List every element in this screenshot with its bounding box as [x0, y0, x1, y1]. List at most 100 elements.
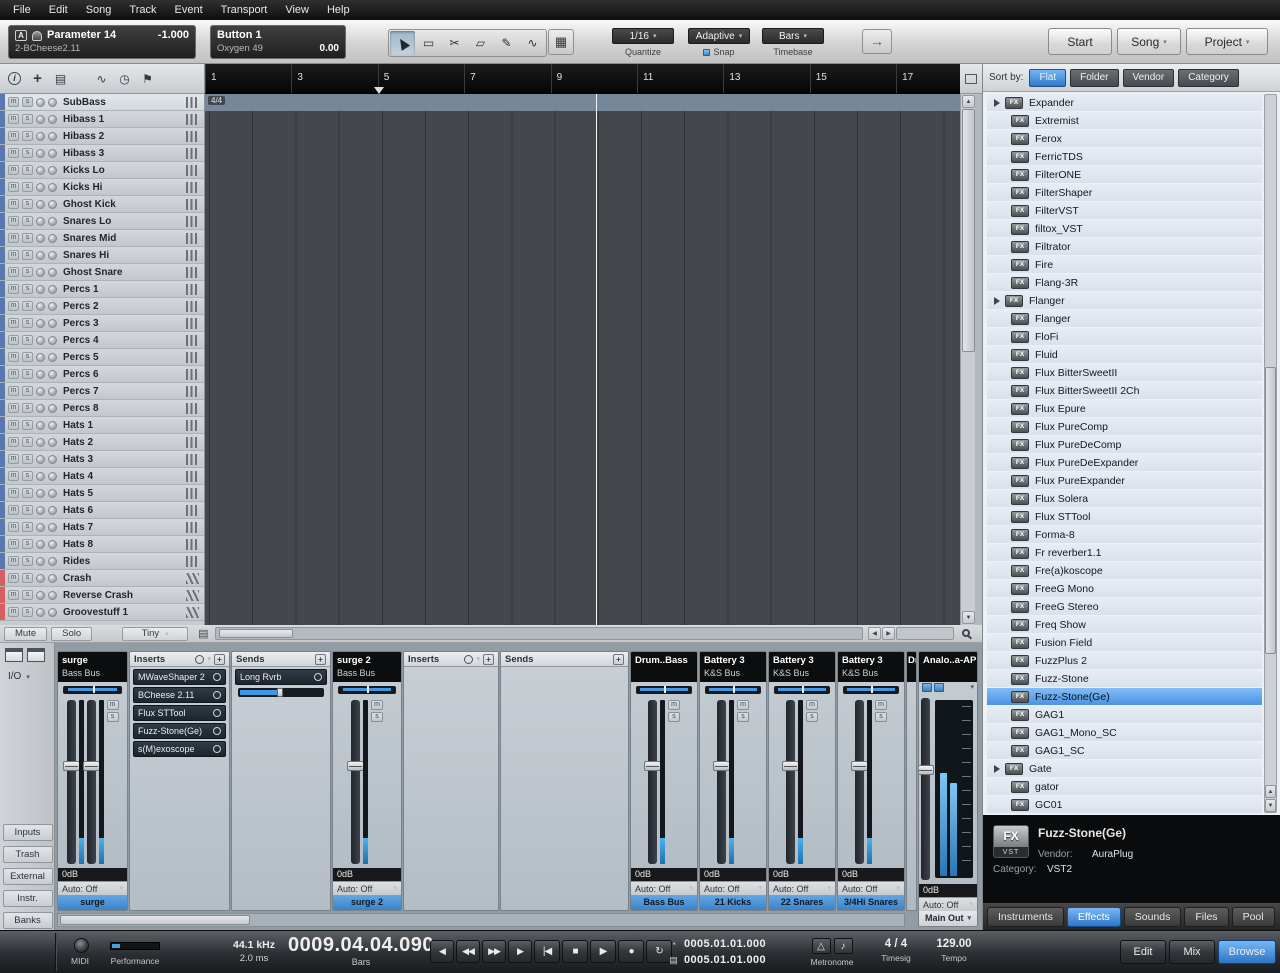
plugin-list-item[interactable]: FX Extremist — [987, 112, 1262, 129]
power-icon[interactable] — [213, 673, 221, 681]
monitor-button[interactable] — [48, 200, 57, 209]
track-solo-button[interactable]: s — [22, 403, 33, 413]
record-arm-button[interactable] — [36, 285, 45, 294]
channel-name-box[interactable]: surge 2Bass Bus — [333, 652, 401, 682]
track-solo-button[interactable]: s — [22, 267, 33, 277]
play-button[interactable]: ▶ — [590, 940, 616, 963]
track-mute-button[interactable]: m — [8, 420, 19, 430]
track-solo-button[interactable]: s — [22, 488, 33, 498]
view-button[interactable]: Edit — [1120, 940, 1166, 964]
pan-slider[interactable] — [63, 686, 122, 694]
channel-solo-button[interactable]: s — [875, 712, 887, 722]
loop-end-value[interactable]: 0005.01.01.000 — [684, 954, 766, 966]
plugin-list-item[interactable]: FX Expander — [987, 94, 1262, 111]
mixer-channel-battery-hisnares[interactable]: Battery 3K&S Bus ms 0dB Auto: Off▾ 3/4Hi… — [837, 651, 905, 911]
console-panel-button[interactable]: Instr. — [3, 890, 53, 907]
track-solo-button[interactable]: s — [22, 301, 33, 311]
record-arm-button[interactable] — [36, 472, 45, 481]
plugin-list-item[interactable]: FX Fusion Field — [987, 634, 1262, 651]
monitor-button[interactable] — [48, 523, 57, 532]
sort-button[interactable]: Vendor — [1123, 69, 1175, 87]
view-button[interactable]: Browse — [1218, 940, 1276, 964]
track-header-row[interactable]: m s Rides — [0, 553, 204, 570]
pan-slider[interactable] — [705, 686, 761, 694]
channel-output-label[interactable]: Bass Bus — [631, 895, 697, 910]
record-arm-button[interactable] — [36, 353, 45, 362]
monitor-button[interactable] — [48, 166, 57, 175]
mixer-channel-clipped[interactable]: Dr — [906, 651, 917, 911]
record-arm-button[interactable] — [36, 302, 45, 311]
menu-item[interactable]: Event — [166, 1, 212, 19]
track-header-row[interactable]: m s Percs 4 — [0, 332, 204, 349]
monitor-button[interactable] — [48, 302, 57, 311]
monitor-button[interactable] — [48, 353, 57, 362]
track-solo-button[interactable]: s — [22, 505, 33, 515]
fader-handle[interactable] — [918, 765, 934, 775]
track-solo-button[interactable]: s — [22, 369, 33, 379]
browser-tab[interactable]: Sounds — [1124, 907, 1182, 927]
track-mute-button[interactable]: m — [8, 590, 19, 600]
plugin-list-item[interactable]: FX GAG1 — [987, 706, 1262, 723]
mixer-channel-drum-bass[interactable]: Drum..Bass ms 0dB Auto: Off▾ Bass Bus — [630, 651, 698, 911]
plugin-list-item[interactable]: FX Fire — [987, 256, 1262, 273]
record-arm-button[interactable] — [36, 217, 45, 226]
record-arm-button[interactable] — [36, 268, 45, 277]
record-arm-button[interactable] — [36, 234, 45, 243]
record-arm-button[interactable] — [36, 387, 45, 396]
record-arm-button[interactable] — [36, 251, 45, 260]
channel-output-label[interactable]: 3/4Hi Snares — [838, 895, 904, 910]
track-mute-button[interactable]: m — [8, 488, 19, 498]
view-button[interactable]: Mix — [1169, 940, 1215, 964]
track-solo-button[interactable]: s — [22, 250, 33, 260]
paint-tool[interactable]: ✎ — [494, 31, 519, 55]
fader-handle[interactable] — [63, 761, 80, 771]
track-info-button[interactable]: i — [8, 72, 21, 85]
automation-mode[interactable]: Auto: Off▾ — [919, 897, 977, 911]
plugin-list-item[interactable]: FX Flux PureComp — [987, 418, 1262, 435]
sort-button[interactable]: Folder — [1070, 69, 1118, 87]
track-mute-button[interactable]: m — [8, 573, 19, 583]
plugin-list-item[interactable]: FX Flux PureDeExpander — [987, 454, 1262, 471]
monitor-button[interactable] — [48, 149, 57, 158]
mixer-channel-surge[interactable]: surgeBass Bus ms 0dB Auto: Off▾ surge — [57, 651, 128, 911]
volume-fader[interactable] — [648, 700, 657, 864]
tempo-display[interactable]: 129.00 Tempo — [926, 938, 982, 963]
monitor-button[interactable] — [48, 421, 57, 430]
record-arm-button[interactable] — [36, 166, 45, 175]
pan-slider[interactable] — [774, 686, 830, 694]
track-solo-button[interactable]: s — [22, 335, 33, 345]
track-header-row[interactable]: m s Hibass 3 — [0, 145, 204, 162]
track-header-row[interactable]: m s Hats 2 — [0, 434, 204, 451]
grid-tool-button[interactable]: ▦ — [548, 29, 574, 55]
arrangement-canvas[interactable]: 4/4 — [205, 94, 960, 625]
expand-arrow-icon[interactable] — [994, 297, 1000, 305]
meter-hold-icon[interactable] — [934, 683, 944, 692]
monitor-button[interactable] — [48, 574, 57, 583]
vertical-scroll-thumb[interactable] — [962, 109, 975, 352]
monitor-button[interactable] — [48, 472, 57, 481]
channel-output-label[interactable]: 22 Snares — [769, 895, 835, 910]
track-header-row[interactable]: m s Percs 6 — [0, 366, 204, 383]
autoscroll-button[interactable]: → — [862, 29, 892, 54]
menu-item[interactable]: Help — [318, 1, 359, 19]
scroll-down-icon[interactable]: ▼ — [962, 611, 975, 624]
plugin-list-item[interactable]: FX FilterShaper — [987, 184, 1262, 201]
track-mute-button[interactable]: m — [8, 267, 19, 277]
volume-fader[interactable] — [87, 700, 96, 864]
track-solo-button[interactable]: s — [22, 318, 33, 328]
record-arm-button[interactable] — [36, 132, 45, 141]
range-tool[interactable]: ▭ — [416, 31, 441, 55]
track-header-row[interactable]: m s Groovestuff 1 — [0, 604, 204, 621]
monitor-button[interactable] — [48, 370, 57, 379]
meter-mode-icon[interactable] — [922, 683, 932, 692]
track-mute-button[interactable]: m — [8, 437, 19, 447]
track-header-row[interactable]: m s Hats 4 — [0, 468, 204, 485]
plugin-list-item[interactable]: FX Flux Solera — [987, 490, 1262, 507]
song-page-button[interactable]: Song▾ — [1117, 28, 1181, 55]
record-arm-button[interactable] — [36, 540, 45, 549]
channel-output-label[interactable]: surge — [58, 895, 127, 910]
track-mute-button[interactable]: m — [8, 233, 19, 243]
automation-mode[interactable]: Auto: Off▾ — [838, 881, 904, 895]
add-insert-button[interactable]: + — [483, 654, 494, 665]
macro-button-display[interactable]: Button 1 Oxygen 49 0.00 — [210, 25, 346, 59]
